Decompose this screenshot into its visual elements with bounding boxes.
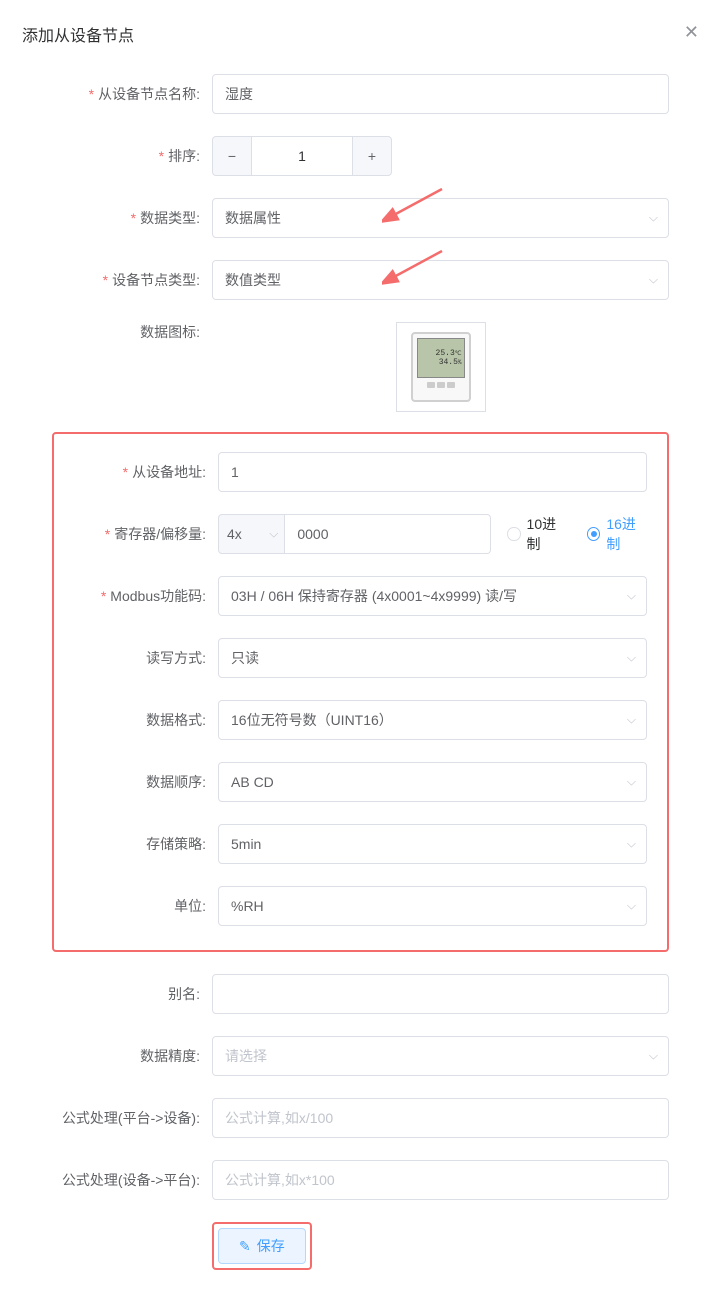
- data-format-select[interactable]: 16位无符号数（UINT16） ⌵: [218, 700, 647, 740]
- chevron-down-icon: ⌵: [269, 527, 278, 542]
- register-value-input[interactable]: [285, 514, 491, 554]
- label-alias: 别名:: [52, 984, 212, 1004]
- sort-value[interactable]: 1: [252, 136, 352, 176]
- label-formula-to-device: 公式处理(平台->设备):: [52, 1108, 212, 1128]
- data-icon-picker[interactable]: 25.3℃ 34.5%: [396, 322, 486, 412]
- chevron-down-icon: ⌵: [627, 589, 636, 604]
- device-node-type-select[interactable]: 数值类型 ⌵: [212, 260, 669, 300]
- modal-dialog: 添加从设备节点 ✕ 从设备节点名称: 排序: − 1 + 数据类型: 数据: [0, 0, 721, 1292]
- label-data-icon: 数据图标:: [52, 322, 212, 342]
- label-unit: 单位:: [74, 896, 218, 916]
- formula-to-device-input[interactable]: [212, 1098, 669, 1138]
- radio-icon: [587, 527, 600, 541]
- label-data-type: 数据类型:: [52, 208, 212, 228]
- register-prefix-select[interactable]: 4x ⌵: [218, 514, 285, 554]
- label-device-node-type: 设备节点类型:: [52, 270, 212, 290]
- label-sort: 排序:: [52, 146, 212, 166]
- data-type-select[interactable]: 数据属性 ⌵: [212, 198, 669, 238]
- chevron-down-icon: ⌵: [627, 775, 636, 790]
- save-highlight: ✎ 保存: [212, 1222, 312, 1270]
- increment-button[interactable]: +: [352, 136, 392, 176]
- radio-hex[interactable]: 16进制: [587, 514, 647, 554]
- radio-icon: [507, 527, 520, 541]
- decrement-button[interactable]: −: [212, 136, 252, 176]
- formula-to-platform-input[interactable]: [212, 1160, 669, 1200]
- label-read-write: 读写方式:: [74, 648, 218, 668]
- edit-icon: ✎: [239, 1238, 251, 1255]
- label-slave-addr: 从设备地址:: [74, 462, 218, 482]
- chevron-down-icon: ⌵: [627, 713, 636, 728]
- slave-addr-input[interactable]: [218, 452, 647, 492]
- sort-stepper[interactable]: − 1 +: [212, 136, 392, 176]
- highlighted-section: 从设备地址: 寄存器/偏移量: 4x ⌵: [52, 432, 669, 952]
- label-storage: 存储策略:: [74, 834, 218, 854]
- chevron-down-icon: ⌵: [649, 1049, 658, 1064]
- sensor-device-icon: 25.3℃ 34.5%: [411, 332, 471, 402]
- chevron-down-icon: ⌵: [627, 651, 636, 666]
- label-node-name: 从设备节点名称:: [52, 84, 212, 104]
- modal-title: 添加从设备节点: [22, 22, 699, 46]
- close-icon[interactable]: ✕: [684, 22, 699, 43]
- data-order-select[interactable]: AB CD ⌵: [218, 762, 647, 802]
- label-data-order: 数据顺序:: [74, 772, 218, 792]
- modbus-func-select[interactable]: 03H / 06H 保持寄存器 (4x0001~4x9999) 读/写 ⌵: [218, 576, 647, 616]
- chevron-down-icon: ⌵: [627, 899, 636, 914]
- label-formula-to-platform: 公式处理(设备->平台):: [52, 1170, 212, 1190]
- label-precision: 数据精度:: [52, 1046, 212, 1066]
- chevron-down-icon: ⌵: [649, 273, 658, 288]
- save-button[interactable]: ✎ 保存: [218, 1228, 306, 1264]
- label-modbus-func: Modbus功能码:: [74, 586, 218, 606]
- node-name-input[interactable]: [212, 74, 669, 114]
- unit-select[interactable]: %RH ⌵: [218, 886, 647, 926]
- label-data-format: 数据格式:: [74, 710, 218, 730]
- read-write-select[interactable]: 只读 ⌵: [218, 638, 647, 678]
- data-precision-select[interactable]: 请选择 ⌵: [212, 1036, 669, 1076]
- label-register: 寄存器/偏移量:: [74, 524, 218, 544]
- chevron-down-icon: ⌵: [649, 211, 658, 226]
- chevron-down-icon: ⌵: [627, 837, 636, 852]
- alias-input[interactable]: [212, 974, 669, 1014]
- storage-policy-select[interactable]: 5min ⌵: [218, 824, 647, 864]
- radio-decimal[interactable]: 10进制: [507, 514, 567, 554]
